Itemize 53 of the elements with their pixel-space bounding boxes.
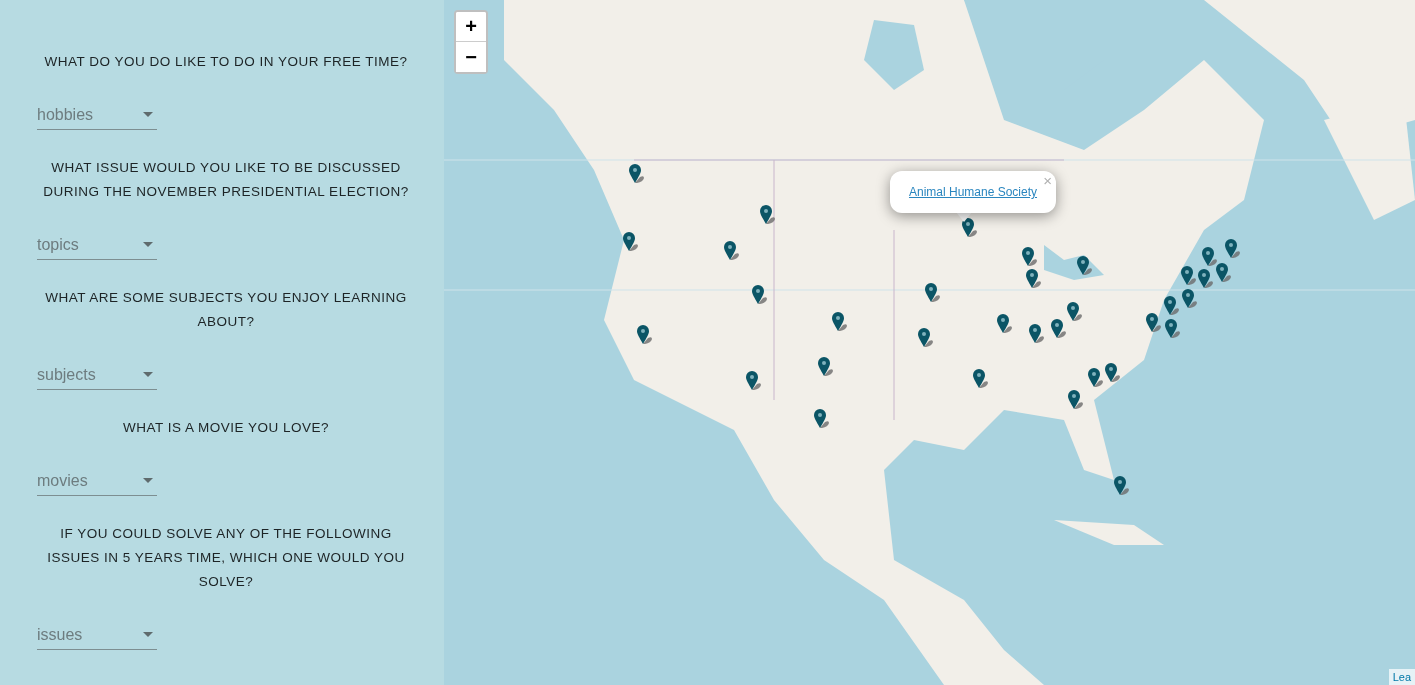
map-pin-icon[interactable] <box>1087 368 1103 388</box>
map-pin-icon[interactable] <box>1215 263 1231 283</box>
close-button[interactable]: × <box>1043 172 1052 189</box>
map-pin-icon[interactable] <box>723 241 739 261</box>
map-pin-icon[interactable] <box>961 218 977 238</box>
question-text: WHAT ISSUE WOULD YOU LIKE TO BE DISCUSSED DURING THE NOVEMBER PRESIDENTIAL ELECTION? <box>42 159 410 201</box>
map-pin-icon[interactable] <box>1181 289 1197 309</box>
map-pin-icon[interactable] <box>1066 302 1082 322</box>
map-pin-icon[interactable] <box>1224 239 1240 259</box>
map-pin-icon[interactable] <box>759 205 775 225</box>
dropdown[interactable]: hobbies <box>37 100 157 130</box>
map-pin-icon[interactable] <box>1025 269 1041 289</box>
map-pin-icon[interactable] <box>1164 319 1180 339</box>
question-text: WHAT DO YOU DO LIKE TO DO IN YOUR FREE TIME? <box>43 53 409 71</box>
map-pin-icon[interactable] <box>622 232 638 252</box>
question-text: WHAT ARE SOME SUBJECTS YOU ENJOY LEARNING ABOUT? <box>44 289 408 331</box>
map-pin-icon[interactable] <box>1050 319 1066 339</box>
map-pin-icon[interactable] <box>628 164 644 184</box>
map-pin-icon[interactable] <box>1180 266 1196 286</box>
map-pin-icon[interactable] <box>817 357 833 377</box>
map-pin-icon[interactable] <box>1021 247 1037 267</box>
map-pin-icon[interactable] <box>1145 313 1161 333</box>
map-pin-icon[interactable] <box>1197 269 1213 289</box>
zoom-in-button[interactable]: + <box>456 12 486 42</box>
map-pin-icon[interactable] <box>972 369 988 389</box>
question-text: WHAT IS A MOVIE YOU LOVE? <box>121 419 331 437</box>
popup-link[interactable]: Animal Humane Society <box>908 185 1038 199</box>
caret-icon <box>143 372 153 377</box>
map-pin-icon[interactable] <box>1104 363 1120 383</box>
map-pin-icon[interactable] <box>636 325 652 345</box>
map-pin-icon[interactable] <box>924 283 940 303</box>
map-pin-icon[interactable] <box>751 285 767 305</box>
map-pin-icon[interactable] <box>1076 256 1092 276</box>
caret-icon <box>143 478 153 483</box>
map-pin-icon[interactable] <box>831 312 847 332</box>
map-pin-icon[interactable] <box>917 328 933 348</box>
dropdown[interactable]: issues <box>37 620 157 650</box>
map-pin-icon[interactable] <box>813 409 829 429</box>
caret-icon <box>143 632 153 637</box>
map-pin-icon[interactable] <box>745 371 761 391</box>
map-pin-icon[interactable] <box>1201 247 1217 267</box>
dropdown[interactable]: movies <box>37 466 157 496</box>
dropdown[interactable]: topics <box>37 230 157 260</box>
map-pin-icon[interactable] <box>1028 324 1044 344</box>
map-pin-icon[interactable] <box>1067 390 1083 410</box>
map-pin-icon[interactable] <box>996 314 1012 334</box>
map-pin-icon[interactable] <box>1113 476 1129 496</box>
attribution-text[interactable]: Lea <box>1388 669 1415 685</box>
map-pin-icon[interactable] <box>1163 296 1179 316</box>
question-text: IF YOU COULD SOLVE ANY OF THE FOLLOWING ISSUES IN 5 YEARS TIME, WHICH ONE WOULD YOU SOLVE? <box>46 525 406 591</box>
dropdown[interactable]: subjects <box>37 360 157 390</box>
caret-icon <box>143 112 153 117</box>
caret-icon <box>143 242 153 247</box>
